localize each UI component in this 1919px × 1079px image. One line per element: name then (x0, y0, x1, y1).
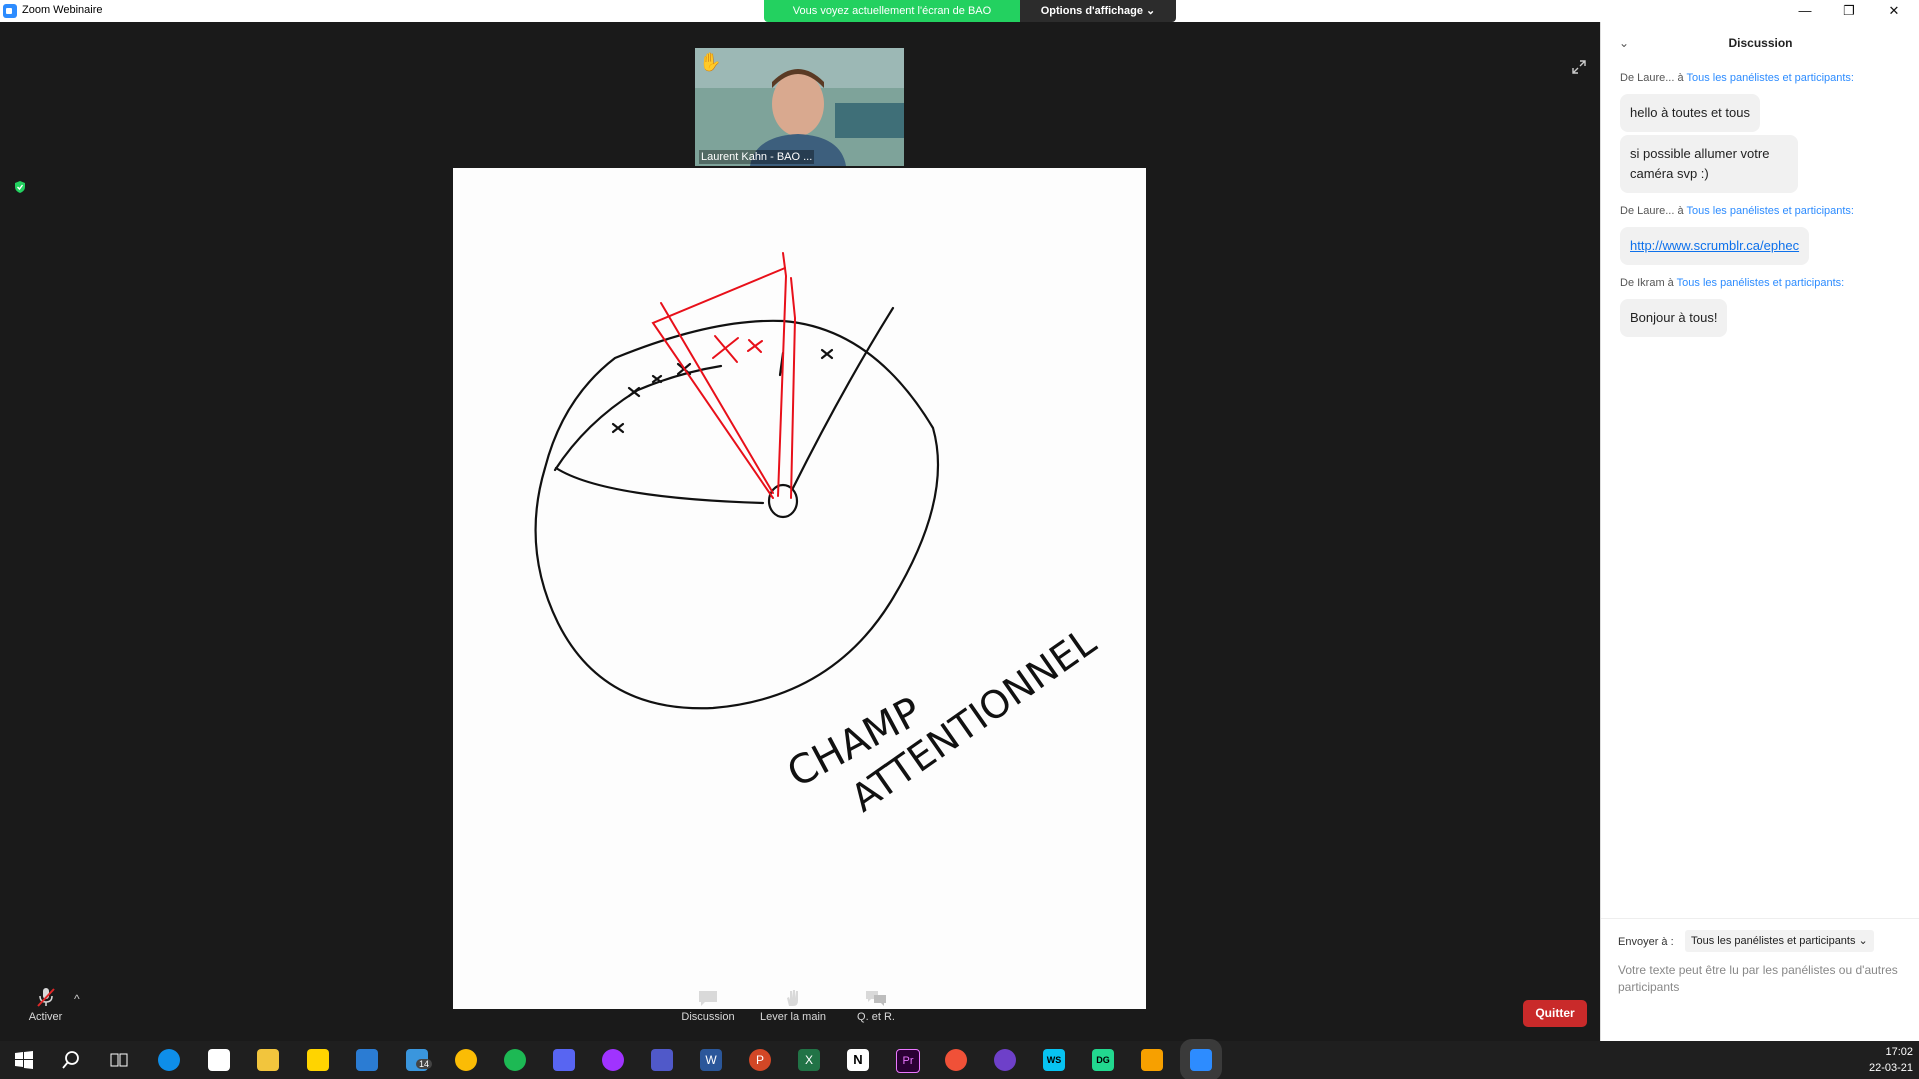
zoom-logo-icon (3, 4, 17, 18)
send-to-label: Envoyer à : (1618, 936, 1674, 948)
minimize-button[interactable]: — (1783, 0, 1827, 22)
clock-date: 22-03-21 (1868, 1062, 1913, 1074)
todo-icon[interactable] (356, 1049, 378, 1071)
red-cross (747, 339, 763, 353)
arc-line (553, 364, 723, 472)
participant-name: Laurent Kahn - BAO ... (699, 150, 815, 164)
chat-icon (699, 991, 717, 1006)
webstorm-icon[interactable]: WS (1043, 1049, 1065, 1071)
raise-hand-button[interactable]: Lever la main (753, 989, 833, 1023)
whiteboard-canvas[interactable]: CHAMP ATTENTIONNEL (453, 168, 1146, 1009)
muted-microphone-icon (36, 988, 55, 1007)
restore-button[interactable]: ❐ (1827, 0, 1871, 22)
chat-button-label: Discussion (681, 1011, 735, 1023)
attention-circle (534, 319, 939, 710)
red-cross (712, 335, 739, 363)
center-point (767, 483, 799, 519)
windows-taskbar: 14 W P X N Pr WS DG 17:02 22-03-21 (0, 1041, 1919, 1079)
clock-time: 17:02 (1885, 1046, 1913, 1058)
red-cone-left (651, 267, 786, 499)
message-header: De Ikram à Tous les panélistes et partic… (1620, 277, 1845, 289)
red-cone-left-outer (660, 302, 774, 494)
github-icon[interactable] (994, 1049, 1016, 1071)
red-cone-right-inner (790, 277, 797, 499)
powerpoint-icon[interactable]: P (749, 1049, 771, 1071)
tick-mark (651, 374, 663, 384)
word-icon[interactable]: W (700, 1049, 722, 1071)
teams-icon[interactable] (651, 1049, 673, 1071)
file-explorer-icon[interactable] (257, 1049, 279, 1071)
right-ray (791, 306, 895, 490)
premiere-icon[interactable]: Pr (896, 1049, 920, 1073)
swift-icon[interactable] (945, 1049, 967, 1071)
notion-icon[interactable]: N (847, 1049, 869, 1071)
message-recipient[interactable]: Tous les panélistes et participants: (1686, 205, 1854, 217)
audio-menu-caret[interactable]: ^ (74, 992, 80, 1006)
datagrip-icon[interactable]: DG (1092, 1049, 1114, 1071)
excel-icon[interactable]: X (798, 1049, 820, 1071)
qa-button[interactable]: Q. et R. (836, 989, 916, 1023)
unmute-label: Activer (28, 1011, 63, 1023)
discord-icon[interactable] (553, 1049, 575, 1071)
sticky-notes-icon[interactable] (307, 1049, 329, 1071)
message-recipient[interactable]: Tous les panélistes et participants: (1686, 72, 1854, 84)
message-sender: De Laure... (1620, 72, 1675, 84)
chat-message: si possible allumer votre caméra svp :) (1620, 135, 1798, 193)
raise-hand-icon (787, 990, 798, 1006)
close-button[interactable]: ✕ (1872, 0, 1916, 22)
snip-icon[interactable] (1141, 1049, 1163, 1071)
compose-divider (1601, 918, 1919, 919)
fullscreen-icon[interactable] (1571, 59, 1587, 75)
chat-panel: ⌄ Discussion De Laure... à Tous les pané… (1600, 22, 1919, 1041)
tick-mark (627, 386, 641, 398)
message-sender: De Laure... (1620, 205, 1675, 217)
zoom-icon[interactable] (1190, 1049, 1212, 1071)
chat-compose-input[interactable]: Votre texte peut être lu par les panélis… (1618, 962, 1898, 996)
message-recipient[interactable]: Tous les panélistes et participants: (1677, 277, 1845, 289)
chat-link[interactable]: http://www.scrumblr.ca/ephec (1630, 238, 1799, 253)
windows-start-icon[interactable] (13, 1049, 35, 1071)
shared-screen-stage: ✋ Laurent Kahn - BAO ... CHAMP ATTENTION… (0, 22, 1600, 1041)
black-ink-drawing (534, 306, 939, 710)
unmute-button[interactable]: Activer (18, 986, 73, 1023)
search-icon[interactable] (60, 1049, 82, 1071)
messenger-icon[interactable] (602, 1049, 624, 1071)
view-options-button[interactable]: Options d'affichage ⌄ (1020, 0, 1176, 22)
qa-icon (866, 991, 886, 1006)
mail-icon[interactable]: 14 (406, 1049, 433, 1071)
chat-message: hello à toutes et tous (1620, 94, 1760, 132)
onedrive-icon[interactable] (208, 1049, 230, 1071)
chat-button[interactable]: Discussion (668, 989, 748, 1023)
chat-message: http://www.scrumblr.ca/ephec (1620, 227, 1810, 265)
tick-mark (611, 422, 625, 434)
left-ray (554, 466, 765, 505)
spotify-icon[interactable] (504, 1049, 526, 1071)
teamviewer-icon[interactable] (158, 1049, 180, 1071)
message-header: De Laure... à Tous les panélistes et par… (1620, 205, 1854, 217)
meeting-toolbar: Activer ^ Discussion Lever la main Q. et… (0, 980, 1600, 1041)
send-to-dropdown[interactable]: Tous les panélistes et participants ⌄ (1685, 930, 1874, 952)
video-thumbnail[interactable]: ✋ Laurent Kahn - BAO ... (695, 48, 904, 166)
chat-message: Bonjour à tous! (1620, 299, 1728, 337)
video-feed-image (695, 48, 904, 166)
window-title: Zoom Webinaire (22, 4, 103, 16)
message-sender: De Ikram (1620, 277, 1665, 289)
security-shield-icon[interactable] (13, 180, 27, 194)
chrome-icon[interactable] (455, 1049, 477, 1071)
system-clock[interactable]: 17:02 22-03-21 (1869, 1044, 1913, 1076)
tick-mark (820, 348, 834, 360)
raise-hand-label: Lever la main (759, 1011, 827, 1023)
leave-button[interactable]: Quitter (1523, 1000, 1587, 1027)
mail-badge: 14 (416, 1059, 433, 1069)
red-ink-drawing (651, 252, 797, 499)
task-view-icon[interactable] (108, 1049, 130, 1071)
screen-share-banner: Vous voyez actuellement l'écran de BAO (764, 0, 1020, 22)
message-header: De Laure... à Tous les panélistes et par… (1620, 72, 1854, 84)
chat-title: Discussion (1728, 36, 1793, 50)
qa-button-label: Q. et R. (857, 1011, 895, 1023)
raised-hand-icon: ✋ (699, 52, 722, 72)
